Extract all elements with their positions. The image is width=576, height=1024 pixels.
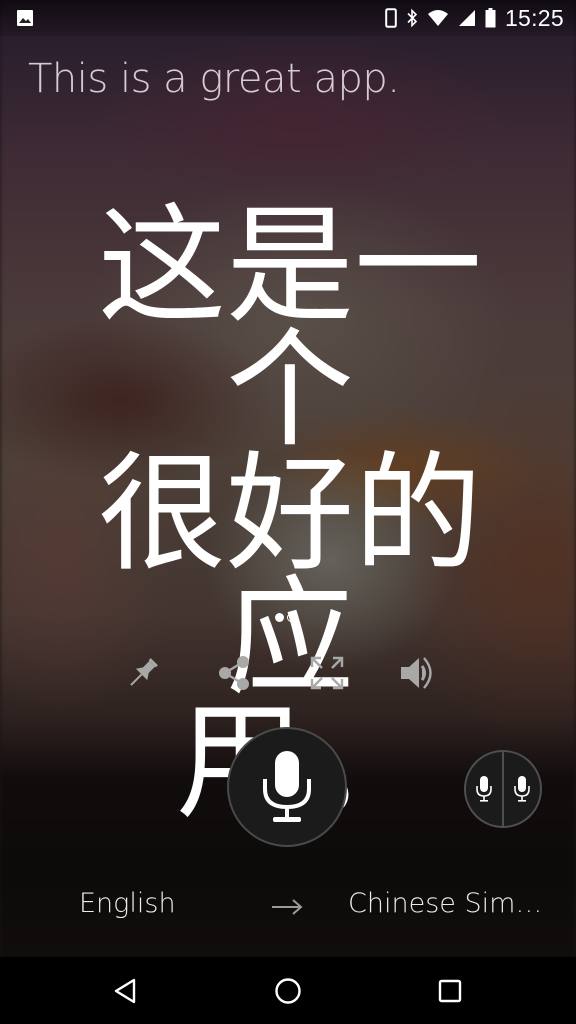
back-button[interactable] [110,975,142,1007]
status-bar: 15:25 [0,0,576,36]
translation-line: 这是一个 [97,192,482,465]
share-icon [219,656,249,690]
swap-languages-arrow-icon[interactable] [270,892,304,922]
clock: 15:25 [504,4,564,31]
source-language-button[interactable]: English [79,888,176,919]
volume-icon [401,657,432,689]
target-language-button[interactable]: Chinese Simpli... [348,888,558,919]
cell-signal-icon [458,10,475,26]
status-icons: 15:25 [385,0,564,36]
fullscreen-button[interactable] [306,652,348,694]
bluetooth-icon [407,8,418,28]
pin-button[interactable] [122,652,164,694]
translation-actions [0,652,576,694]
battery-icon [485,8,496,28]
language-bar: English Chinese Simpli... [0,888,576,932]
share-button[interactable] [214,652,256,694]
microphone-icon [476,776,492,802]
microphone-button[interactable] [227,727,347,847]
recents-icon [438,979,462,1003]
wifi-icon [427,10,448,26]
recents-button[interactable] [434,975,466,1007]
source-text[interactable]: This is a great app. [28,56,400,102]
page-dot [287,613,296,622]
microphone-icon [263,751,311,822]
microphone-icon [514,776,530,802]
page-dot-active [275,613,284,622]
page-indicator [275,613,296,622]
pin-icon [130,658,158,686]
back-icon [114,978,136,1004]
conversation-mode-button[interactable] [464,750,542,828]
system-navigation-bar [0,957,576,1024]
phone-icon [385,8,397,28]
home-button[interactable] [272,975,304,1007]
home-icon [275,978,301,1004]
speak-button[interactable] [398,652,440,694]
image-notification-icon [17,10,33,26]
fullscreen-icon [310,656,344,690]
